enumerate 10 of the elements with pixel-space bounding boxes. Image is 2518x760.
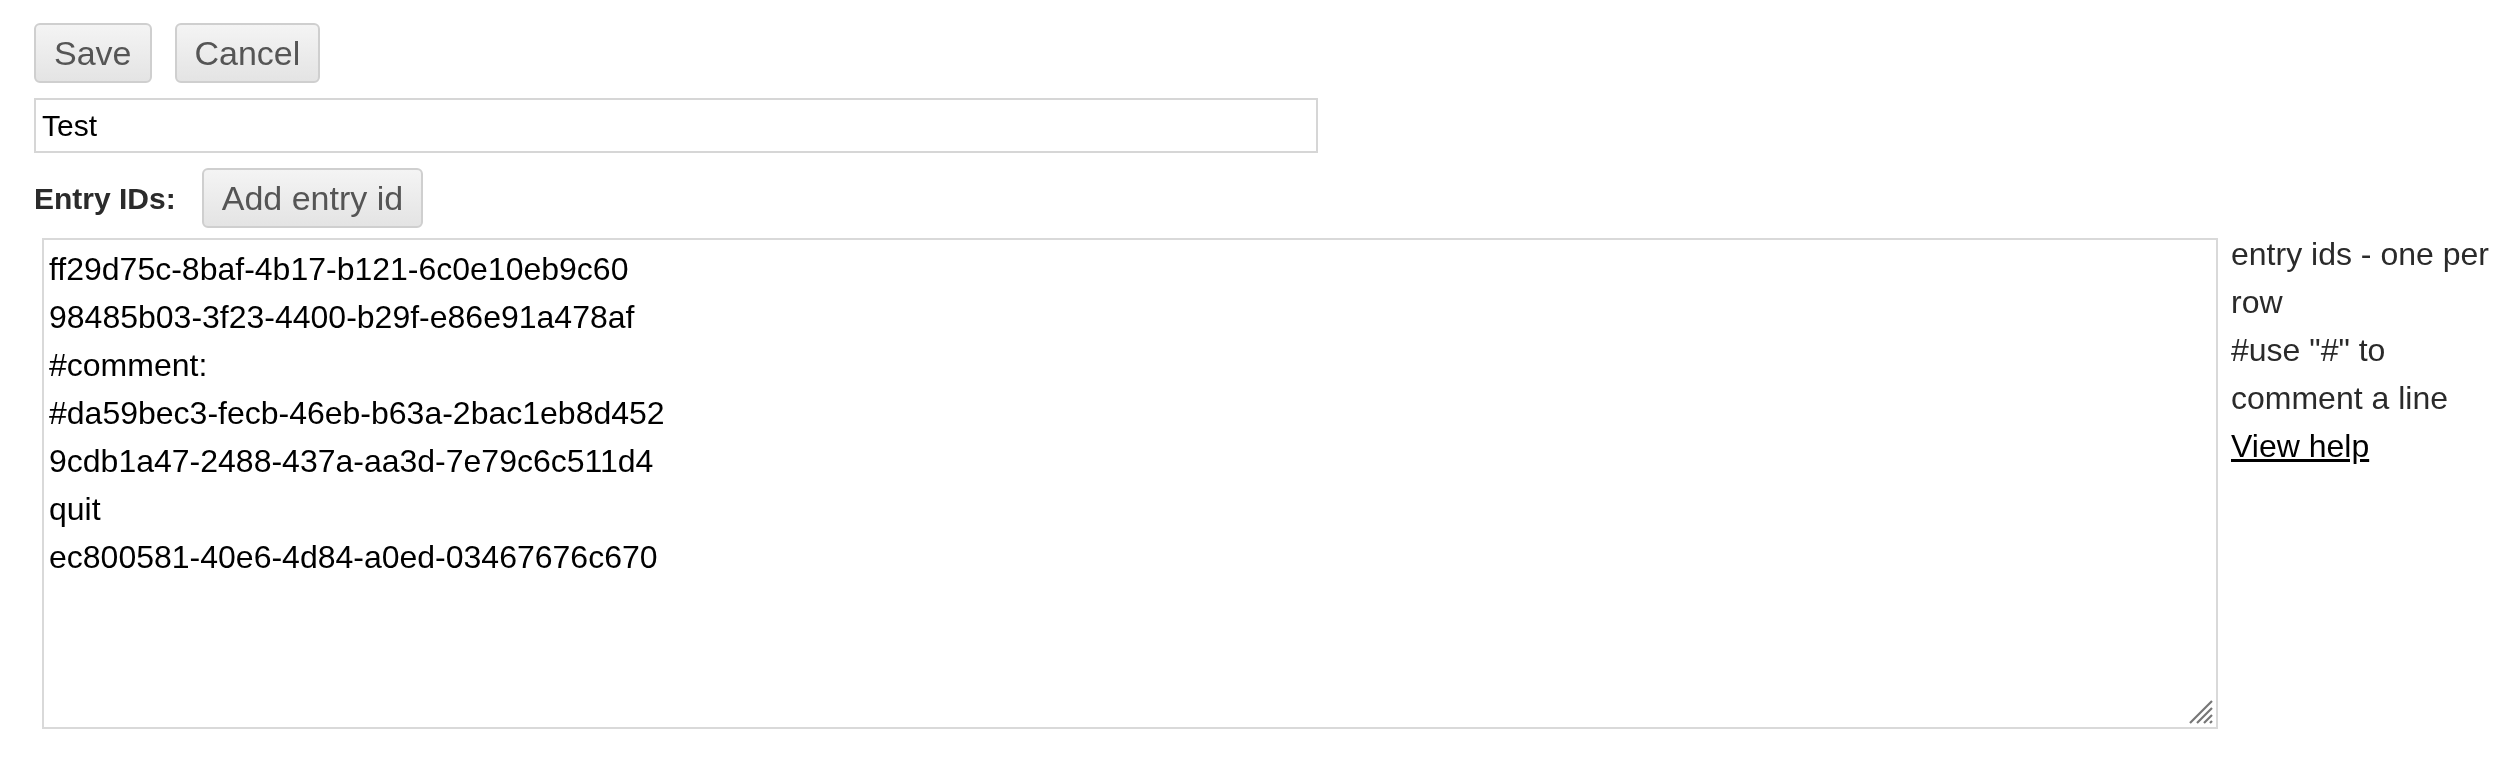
add-entry-id-button[interactable]: Add entry id [201, 168, 424, 228]
resize-grip-icon[interactable] [2189, 700, 2213, 724]
help-text: #use "#" to comment a line [2231, 331, 2449, 418]
entry-ids-label: Entry IDs: [34, 180, 176, 217]
cancel-button[interactable]: Cancel [174, 23, 321, 83]
name-input-field[interactable]: Test [34, 98, 1318, 153]
save-button[interactable]: Save [34, 23, 152, 83]
view-help-link[interactable]: View help [2231, 428, 2370, 464]
help-text: entry ids - one per row [2231, 235, 2490, 322]
entry-ids-textarea[interactable]: ff29d75c-8baf-4b17-b121-6c0e10eb9c60 98485b03-3f23-4400-b29f-e86e91a478af #comment: #da59bec3-fecb-46eb-b63a-2bac1eb8d452 9cdb1a47-2488-437a-aa3d-7e79c6c511d4 quit ec800581-40e6-4d84-a0ed-03467676c670 [42, 238, 2218, 729]
